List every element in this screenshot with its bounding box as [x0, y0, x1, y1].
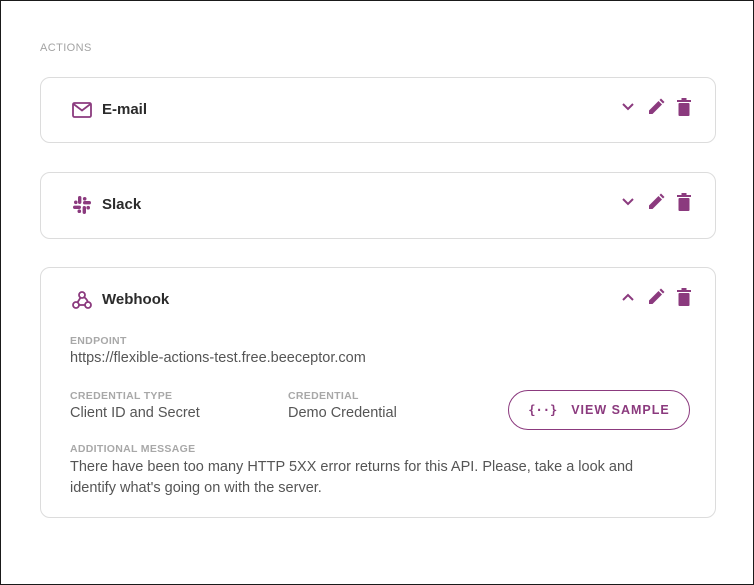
card-title: E-mail	[102, 101, 148, 118]
webhook-icon	[71, 289, 93, 311]
code-braces-icon: {··}	[528, 403, 558, 417]
credential-type-label: CREDENTIAL TYPE	[70, 390, 173, 402]
delete-icon[interactable]	[673, 95, 695, 119]
card-actions	[617, 190, 695, 214]
action-card-webhook: Webhook ENDPOINT https://flexible-action…	[40, 267, 716, 518]
additional-message-value: There have been too many HTTP 5XX error …	[70, 459, 634, 496]
card-actions	[617, 95, 695, 119]
action-card-slack: Slack	[40, 172, 716, 239]
view-sample-label: VIEW SAMPLE	[571, 403, 670, 417]
endpoint-value: https://flexible-actions-test.free.beece…	[70, 350, 366, 366]
mail-icon	[71, 99, 93, 121]
edit-icon[interactable]	[645, 190, 667, 214]
endpoint-label: ENDPOINT	[70, 335, 127, 347]
card-header[interactable]: Webhook	[41, 268, 715, 332]
chevron-up-icon[interactable]	[617, 285, 639, 309]
action-card-email: E-mail	[40, 77, 716, 143]
edit-icon[interactable]	[645, 285, 667, 309]
chevron-down-icon[interactable]	[617, 190, 639, 214]
chevron-down-icon[interactable]	[617, 95, 639, 119]
card-title: Webhook	[102, 291, 170, 308]
slack-icon	[71, 194, 93, 216]
delete-icon[interactable]	[673, 190, 695, 214]
delete-icon[interactable]	[673, 285, 695, 309]
credential-label: CREDENTIAL	[288, 390, 359, 402]
actions-panel: ACTIONS E-mail Slack Webhook ENDPOINT ht…	[0, 0, 754, 585]
credential-type-value: Client ID and Secret	[70, 405, 200, 421]
additional-message-label: ADDITIONAL MESSAGE	[70, 443, 196, 455]
edit-icon[interactable]	[645, 95, 667, 119]
view-sample-button[interactable]: {··} VIEW SAMPLE	[508, 390, 690, 430]
card-header[interactable]: Slack	[41, 173, 715, 237]
credential-value: Demo Credential	[288, 405, 397, 421]
card-title: Slack	[102, 196, 142, 213]
card-header[interactable]: E-mail	[41, 78, 715, 142]
section-title: ACTIONS	[40, 42, 92, 54]
card-actions	[617, 285, 695, 309]
